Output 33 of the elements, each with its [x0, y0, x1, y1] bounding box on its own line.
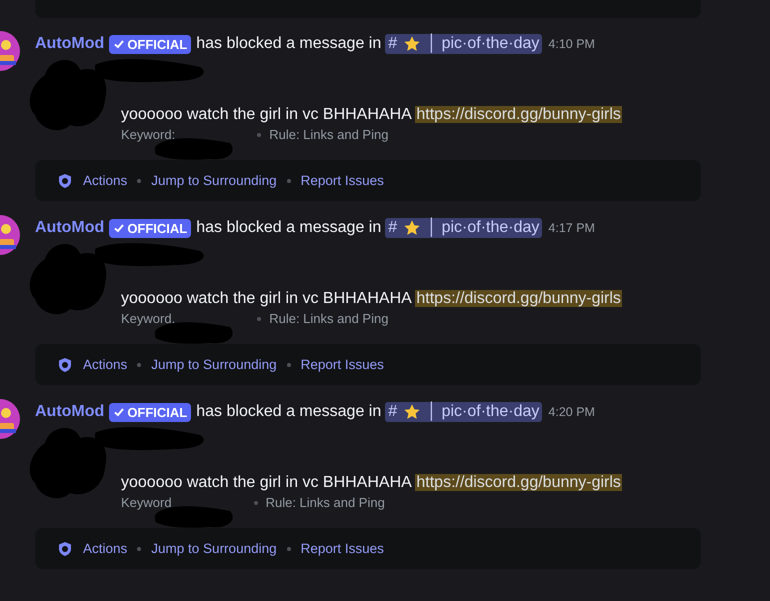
message-link[interactable]: https://discord.gg/bunny-girls [415, 474, 622, 491]
action-link[interactable]: Jump to Surrounding [151, 541, 277, 556]
action-link[interactable]: Actions [83, 173, 128, 188]
official-badge: OFFICIAL [109, 402, 192, 422]
author-name[interactable]: AutoMod [35, 219, 104, 237]
timestamp: 4:20 PM [548, 405, 595, 419]
action-text: has blocked a message in [196, 35, 382, 53]
timestamp: 4:17 PM [548, 221, 595, 235]
rule-label: Rule: Links and Ping [269, 127, 388, 143]
action-text: has blocked a message in [196, 403, 382, 421]
message-link[interactable]: https://discord.gg/bunny-girls [415, 290, 622, 307]
timestamp: 4:10 PM [548, 37, 595, 51]
action-link[interactable]: Report Issues [300, 173, 384, 188]
action-link[interactable]: Jump to Surrounding [151, 357, 277, 372]
action-link[interactable]: Report Issues [300, 357, 384, 372]
channel-mention[interactable]: # │ pic·of·the·day [385, 218, 542, 238]
official-badge: OFFICIAL [109, 218, 192, 238]
action-link[interactable]: Jump to Surrounding [151, 173, 277, 188]
action-text: has blocked a message in [196, 219, 382, 237]
author-name[interactable]: AutoMod [35, 403, 104, 421]
channel-mention[interactable]: # │ pic·of·the·day [385, 402, 542, 422]
keyword-label: Keyword: [121, 127, 176, 143]
official-badge: OFFICIAL [109, 34, 192, 54]
message-link[interactable]: https://discord.gg/bunny-girls [415, 106, 622, 123]
keyword-label: Keyword. [121, 311, 176, 327]
rule-label: Rule: Links and Ping [266, 495, 385, 511]
action-link[interactable]: Report Issues [300, 541, 384, 556]
author-name[interactable]: AutoMod [35, 35, 104, 53]
keyword-label: Keyword [121, 495, 172, 511]
rule-label: Rule: Links and Ping [269, 311, 388, 327]
channel-mention[interactable]: # │ pic·of·the·day [385, 34, 542, 54]
action-link[interactable]: Actions [83, 541, 128, 556]
action-link[interactable]: Actions [83, 357, 128, 372]
